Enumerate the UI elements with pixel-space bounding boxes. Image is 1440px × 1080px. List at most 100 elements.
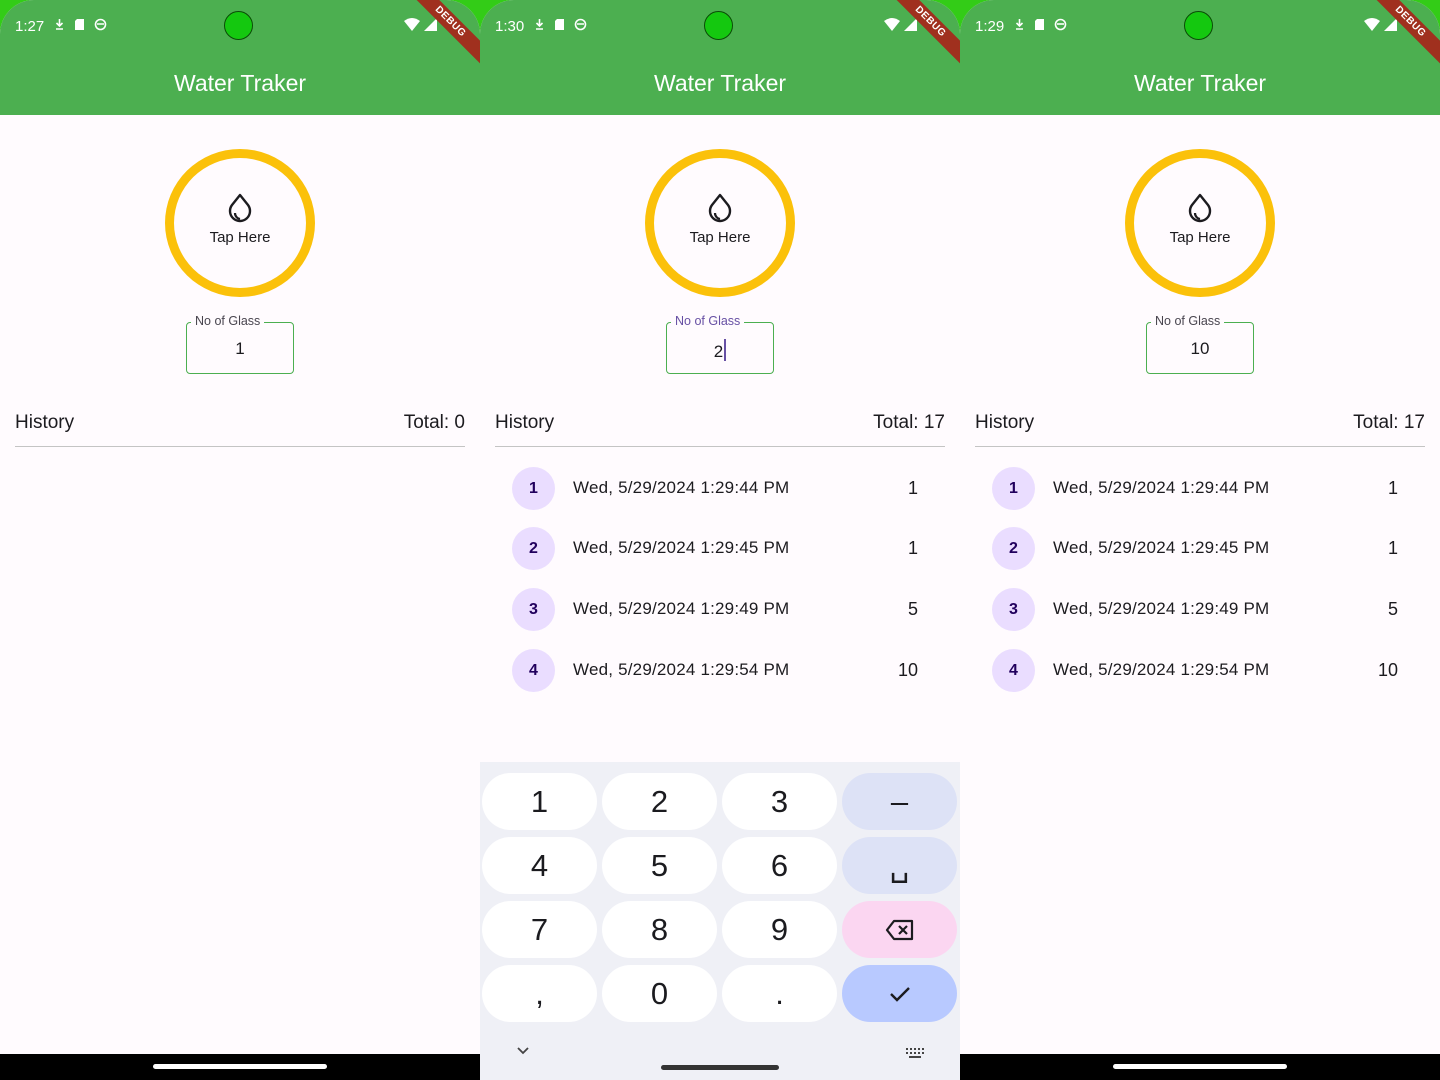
row-date: Wed, 5/29/2024 1:29:45 PM <box>573 538 790 557</box>
row-index-badge: 2 <box>992 527 1035 570</box>
row-index-badge: 3 <box>512 588 555 631</box>
phone-screen-2: 1:30 DEBUG Water Traker Tap Here No of G… <box>480 0 960 1080</box>
history-row: 3 Wed, 5/29/2024 1:29:49 PM 5 <box>480 579 960 639</box>
tap-here-button[interactable]: Tap Here <box>165 149 315 297</box>
network-icons <box>884 18 917 31</box>
done-key[interactable] <box>842 965 957 1022</box>
status-time: 1:27 <box>15 18 45 35</box>
phone-screen-1: 1:27 DEBUG Water Traker Tap Here No of G… <box>0 0 480 1080</box>
no-of-glass-field[interactable]: No of Glass 1 <box>186 314 294 374</box>
no-of-glass-value: 1 <box>235 339 245 358</box>
key-3[interactable]: 3 <box>722 773 837 830</box>
text-caret <box>724 339 727 361</box>
home-indicator[interactable] <box>1113 1064 1287 1069</box>
history-divider <box>15 446 465 447</box>
numeric-keyboard: 1 2 3 – 4 5 6 ␣ 7 8 9 , 0 . <box>480 762 960 1080</box>
download-icon <box>535 19 544 30</box>
debug-banner: DEBUG <box>1361 0 1440 71</box>
tap-here-label: Tap Here <box>1169 228 1231 246</box>
row-count: 1 <box>1387 478 1398 498</box>
keyboard-icon[interactable] <box>905 1047 925 1059</box>
backspace-icon <box>885 919 913 940</box>
key-0[interactable]: 0 <box>602 965 717 1022</box>
key-8[interactable]: 8 <box>602 901 717 958</box>
row-count: 1 <box>907 478 918 498</box>
signal-icon <box>1384 18 1397 31</box>
key-9[interactable]: 9 <box>722 901 837 958</box>
key-5[interactable]: 5 <box>602 837 717 894</box>
row-date: Wed, 5/29/2024 1:29:44 PM <box>1053 478 1270 497</box>
app-bar: 1:29 DEBUG Water Traker <box>960 0 1440 115</box>
status-icons <box>1014 18 1067 31</box>
sync-icon <box>94 18 107 31</box>
home-indicator[interactable] <box>153 1064 327 1069</box>
history-row: 1 Wed, 5/29/2024 1:29:44 PM 1 <box>480 458 960 518</box>
history-divider <box>975 446 1425 447</box>
history-row: 3 Wed, 5/29/2024 1:29:49 PM 5 <box>960 579 1440 639</box>
signal-icon <box>904 18 917 31</box>
row-date: Wed, 5/29/2024 1:29:54 PM <box>573 660 790 679</box>
phone-screen-3: 1:29 DEBUG Water Traker Tap Here No of G… <box>960 0 1440 1080</box>
tap-here-button[interactable]: Tap Here <box>1125 149 1275 297</box>
no-of-glass-value: 2 <box>667 339 773 362</box>
key-space[interactable]: ␣ <box>842 837 957 894</box>
row-date: Wed, 5/29/2024 1:29:49 PM <box>573 599 790 618</box>
history-row: 2 Wed, 5/29/2024 1:29:45 PM 1 <box>480 518 960 578</box>
row-index-badge: 1 <box>512 467 555 510</box>
row-count: 5 <box>907 599 918 619</box>
water-drop-icon <box>708 193 732 222</box>
no-of-glass-text: 2 <box>713 342 724 361</box>
row-index-badge: 3 <box>992 588 1035 631</box>
no-of-glass-label: No of Glass <box>671 314 745 328</box>
no-of-glass-label: No of Glass <box>1151 314 1225 328</box>
no-of-glass-field[interactable]: No of Glass 10 <box>1146 314 1254 374</box>
network-icons <box>1364 18 1397 31</box>
status-time: 1:29 <box>975 18 1005 35</box>
row-count: 1 <box>907 538 918 558</box>
total-label: Total: 17 <box>1353 412 1425 433</box>
key-comma[interactable]: , <box>482 965 597 1022</box>
key-6[interactable]: 6 <box>722 837 837 894</box>
key-7[interactable]: 7 <box>482 901 597 958</box>
sync-icon <box>574 18 587 31</box>
camera-cutout <box>1184 11 1213 40</box>
debug-banner: DEBUG <box>401 0 480 71</box>
status-time: 1:30 <box>495 18 525 35</box>
key-period[interactable]: . <box>722 965 837 1022</box>
camera-cutout <box>224 11 253 40</box>
row-index-badge: 4 <box>512 649 555 692</box>
tap-here-button[interactable]: Tap Here <box>645 149 795 297</box>
row-date: Wed, 5/29/2024 1:29:45 PM <box>1053 538 1270 557</box>
key-2[interactable]: 2 <box>602 773 717 830</box>
history-divider <box>495 446 945 447</box>
key-4[interactable]: 4 <box>482 837 597 894</box>
history-heading: History <box>495 412 555 433</box>
signal-icon <box>424 18 437 31</box>
total-label: Total: 17 <box>873 412 945 433</box>
key-minus[interactable]: – <box>842 773 957 830</box>
history-row: 2 Wed, 5/29/2024 1:29:45 PM 1 <box>960 518 1440 578</box>
history-row: 4 Wed, 5/29/2024 1:29:54 PM 10 <box>480 640 960 700</box>
check-icon <box>889 986 910 1002</box>
wifi-icon <box>404 18 420 31</box>
status-icons <box>54 18 107 31</box>
status-icons <box>534 18 587 31</box>
row-count: 10 <box>1377 660 1398 680</box>
app-title: Water Traker <box>653 70 787 96</box>
home-indicator[interactable] <box>661 1065 779 1070</box>
key-1[interactable]: 1 <box>482 773 597 830</box>
camera-cutout <box>704 11 733 40</box>
app-title: Water Traker <box>173 70 307 96</box>
sd-card-icon <box>1035 19 1044 30</box>
sd-card-icon <box>555 19 564 30</box>
no-of-glass-value: 10 <box>1190 339 1210 358</box>
row-count: 5 <box>1387 599 1398 619</box>
no-of-glass-field[interactable]: No of Glass 2 <box>666 314 774 374</box>
backspace-key[interactable] <box>842 901 957 958</box>
chevron-down-icon[interactable] <box>516 1046 530 1056</box>
sync-icon <box>1054 18 1067 31</box>
history-row: 4 Wed, 5/29/2024 1:29:54 PM 10 <box>960 640 1440 700</box>
wifi-icon <box>884 18 900 31</box>
app-title: Water Traker <box>1133 70 1267 96</box>
download-icon <box>1015 19 1024 30</box>
